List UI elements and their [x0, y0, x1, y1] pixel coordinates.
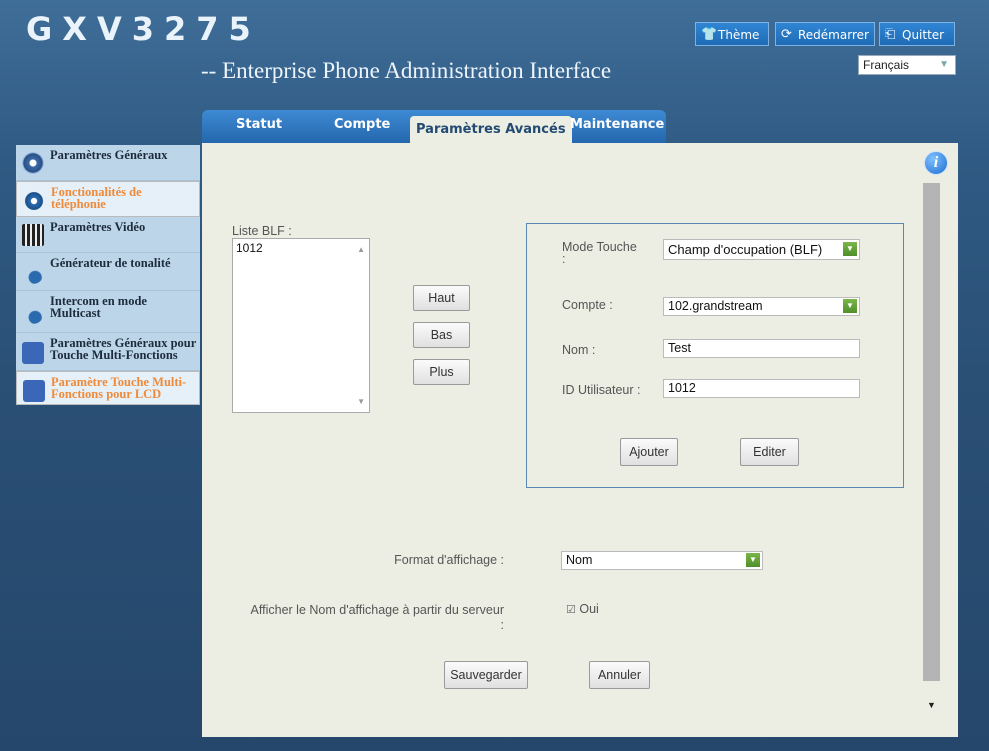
sidebar-item-label: Paramètres Généraux — [50, 148, 168, 162]
phone-icon — [23, 190, 45, 212]
refresh-icon: ⟳ — [781, 27, 792, 42]
sidebar-item-mpk-lcd[interactable]: Paramètre Touche Multi-Fonctions pour LC… — [16, 371, 200, 405]
sidebar-item-label: Intercom en mode Multicast — [50, 294, 147, 320]
brand-logo: GXV3275 — [26, 10, 261, 48]
scroll-up-icon[interactable]: ▲ — [357, 245, 365, 254]
chevron-down-icon: ▼ — [843, 299, 857, 313]
move-up-button[interactable]: Haut — [413, 285, 470, 311]
server-name-option[interactable]: ☑ Oui — [566, 602, 599, 616]
chevron-down-icon: ▼ — [939, 59, 949, 70]
account-value: 102.grandstream — [668, 299, 763, 313]
music-icon — [22, 302, 44, 324]
sidebar-item-mpk-general[interactable]: Paramètres Généraux pour Touche Multi-Fo… — [16, 333, 200, 371]
more-button[interactable]: Plus — [413, 359, 470, 385]
tab-maintenance[interactable]: Maintenance — [570, 110, 664, 143]
server-option-label: Oui — [579, 602, 599, 616]
mode-label: Mode Touche : — [562, 240, 637, 266]
sidebar-item-label: Paramètres Vidéo — [50, 220, 146, 234]
music-icon — [22, 262, 44, 284]
format-select[interactable]: Nom ▼ — [561, 551, 763, 570]
quit-label: Quitter — [902, 28, 945, 42]
video-icon — [22, 224, 44, 246]
language-value: Français — [863, 58, 910, 72]
list-item[interactable]: 1012 — [236, 241, 366, 255]
userid-field[interactable]: 1012 — [663, 379, 860, 398]
sidebar-item-general[interactable]: Paramètres Généraux — [16, 145, 200, 181]
add-button[interactable]: Ajouter — [620, 438, 678, 466]
cancel-button[interactable]: Annuler — [589, 661, 650, 689]
blf-list[interactable]: 1012 ▲ ▼ — [232, 238, 370, 413]
exit-icon: ⎗ — [885, 27, 896, 42]
move-down-button[interactable]: Bas — [413, 322, 470, 348]
format-value: Nom — [566, 553, 593, 567]
name-field[interactable]: Test — [663, 339, 860, 358]
checkbox-icon[interactable]: ☑ — [566, 603, 576, 616]
interface-subtitle: -- Enterprise Phone Administration Inter… — [201, 58, 612, 83]
server-name-label: Afficher le Nom d'affichage à partir du … — [250, 603, 504, 632]
sidebar-item-intercom[interactable]: Intercom en mode Multicast — [16, 291, 200, 333]
userid-label: ID Utilisateur : — [562, 383, 641, 397]
save-button[interactable]: Sauvegarder — [444, 661, 528, 689]
reboot-label: Redémarrer — [798, 28, 869, 42]
edit-button[interactable]: Editer — [740, 438, 799, 466]
sidebar-item-label: Générateur de tonalité — [50, 256, 171, 270]
sidebar-item-label: Paramètre Touche Multi-Fonctions pour LC… — [51, 375, 187, 401]
theme-button[interactable]: 👕 Thème — [695, 22, 769, 46]
sidebar-item-label: Fonctionalités de téléphonie — [51, 185, 142, 211]
gear-icon — [22, 152, 44, 174]
scrollbar[interactable] — [923, 183, 940, 681]
quit-button[interactable]: ⎗ Quitter — [879, 22, 955, 46]
format-label: Format d'affichage : — [394, 553, 504, 567]
blf-list-label: Liste BLF : — [232, 224, 292, 238]
tab-statut[interactable]: Statut — [236, 110, 282, 143]
account-label: Compte : — [562, 298, 613, 312]
info-icon[interactable]: i — [924, 151, 948, 175]
chevron-down-icon: ▼ — [843, 242, 857, 256]
sidebar-item-video[interactable]: Paramètres Vidéo — [16, 217, 200, 253]
sidebar-item-label: Paramètres Généraux pour Touche Multi-Fo… — [50, 336, 197, 362]
chevron-down-icon: ▼ — [746, 553, 760, 567]
mode-value: Champ d'occupation (BLF) — [668, 242, 823, 257]
mpk-icon — [22, 342, 44, 364]
mpk-icon — [23, 380, 45, 402]
main-tabs: Statut Compte Paramètres Avancés Mainten… — [202, 110, 666, 144]
account-select[interactable]: 102.grandstream ▼ — [663, 297, 860, 316]
app-window: GXV3275 -- Enterprise Phone Administrati… — [0, 0, 989, 751]
reboot-button[interactable]: ⟳ Redémarrer — [775, 22, 875, 46]
name-label: Nom : — [562, 343, 596, 357]
tab-parametres-avances[interactable]: Paramètres Avancés — [410, 116, 572, 144]
tab-compte[interactable]: Compte — [334, 110, 390, 143]
theme-label: Thème — [718, 28, 760, 42]
scroll-down-icon[interactable]: ▼ — [927, 700, 936, 710]
scroll-down-icon[interactable]: ▼ — [357, 397, 365, 406]
mode-select[interactable]: Champ d'occupation (BLF) ▼ — [663, 239, 860, 260]
language-select[interactable]: Français ▼ — [858, 55, 956, 75]
sidebar-item-telephony[interactable]: Fonctionalités de téléphonie — [16, 181, 200, 217]
shirt-icon: 👕 — [701, 27, 718, 42]
sidebar-item-tone[interactable]: Générateur de tonalité — [16, 253, 200, 291]
